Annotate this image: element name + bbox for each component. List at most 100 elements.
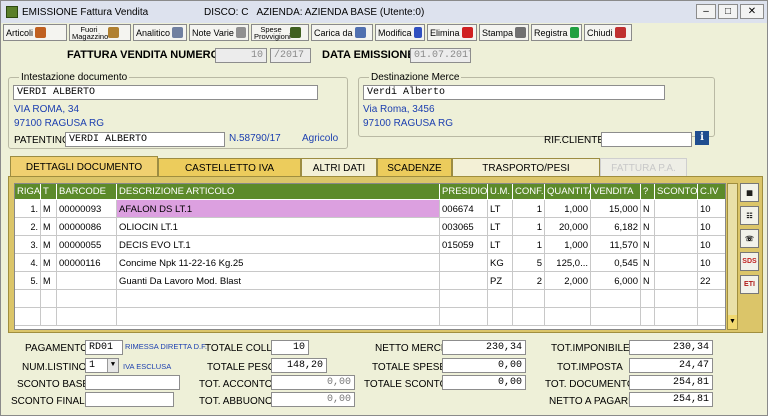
cell-barcode[interactable] [57, 272, 117, 290]
cell-q[interactable]: N [641, 272, 655, 290]
cell-sconto[interactable] [655, 272, 698, 290]
totale-peso-field[interactable]: 148,20 [271, 358, 327, 373]
cell-um[interactable] [488, 290, 513, 308]
invoice-number-field[interactable]: 10 [215, 48, 267, 63]
cell-presidio[interactable] [440, 290, 488, 308]
customer-name-field[interactable]: VERDI ALBERTO [13, 85, 318, 100]
empty-row[interactable] [15, 290, 725, 308]
cell-barcode[interactable]: 00000116 [57, 254, 117, 272]
toolbar-button-articoli[interactable]: Articoli [3, 24, 67, 41]
column-header-um[interactable]: U.M. [488, 184, 513, 199]
cell-presidio[interactable] [440, 272, 488, 290]
tab-scadenze[interactable]: SCADENZE [377, 158, 452, 177]
cell-presidio[interactable] [440, 254, 488, 272]
cell-price[interactable]: 15,000 [591, 200, 641, 218]
cell-presidio[interactable] [440, 308, 488, 326]
column-header-sconto[interactable]: SCONTO [655, 184, 698, 199]
cell-qty[interactable]: 1,000 [545, 200, 591, 218]
imponibile-field[interactable]: 230,34 [629, 340, 713, 355]
calendar-icon[interactable]: ☷ [740, 206, 759, 225]
cell-q[interactable] [641, 290, 655, 308]
date-field[interactable]: 01.07.2017 [410, 48, 471, 63]
cell-presidio[interactable]: 003065 [440, 218, 488, 236]
table-row[interactable]: 2. M 00000086 OLIOCIN LT.1 003065 LT 1 20,000 6,… [15, 218, 725, 236]
tab-dettagli-documento[interactable]: DETTAGLI DOCUMENTO [10, 156, 158, 177]
cell-iva[interactable]: 10 [698, 254, 725, 272]
totale-colli-field[interactable]: 10 [271, 340, 309, 355]
cell-price[interactable] [591, 308, 641, 326]
toolbar-button-analitico[interactable]: Analitico [133, 24, 187, 41]
cell-conf[interactable] [513, 308, 545, 326]
cell-conf[interactable] [513, 290, 545, 308]
column-header-q[interactable]: ? [641, 184, 655, 199]
phone-icon[interactable]: ☏ [740, 229, 759, 248]
toolbar-button-stampa[interactable]: Stampa [479, 24, 529, 41]
cell-riga[interactable]: 4. [15, 254, 41, 272]
cell-iva[interactable]: 10 [698, 218, 725, 236]
sds-icon[interactable]: SDS [740, 252, 759, 271]
cell-conf[interactable]: 1 [513, 218, 545, 236]
imposta-field[interactable]: 24,47 [629, 358, 713, 373]
totale-spese-field[interactable]: 0,00 [442, 358, 526, 373]
cell-t[interactable]: M [41, 218, 57, 236]
toolbar-button-elimina[interactable]: Elimina [427, 24, 477, 41]
cell-sconto[interactable] [655, 254, 698, 272]
cell-t[interactable] [41, 290, 57, 308]
cell-presidio[interactable]: 006674 [440, 200, 488, 218]
cell-t[interactable]: M [41, 200, 57, 218]
cell-iva[interactable]: 10 [698, 200, 725, 218]
column-header-iva[interactable]: C.IV [698, 184, 725, 199]
cell-qty[interactable]: 20,000 [545, 218, 591, 236]
abbuono-field[interactable]: 0,00 [271, 392, 355, 407]
cell-um[interactable]: LT [488, 200, 513, 218]
cell-um[interactable]: PZ [488, 272, 513, 290]
cell-riga[interactable]: 2. [15, 218, 41, 236]
cell-sconto[interactable] [655, 200, 698, 218]
chevron-down-icon[interactable]: ▼ [107, 359, 118, 372]
cell-desc[interactable]: OLIOCIN LT.1 [117, 218, 440, 236]
pagamento-code-field[interactable]: RD01 [85, 340, 123, 355]
cell-q[interactable]: N [641, 236, 655, 254]
cell-riga[interactable] [15, 290, 41, 308]
tab-trasporto-pesi[interactable]: TRASPORTO/PESI [452, 158, 600, 177]
column-header-presidio[interactable]: PRESIDIO [440, 184, 488, 199]
column-header-riga[interactable]: RIGA [15, 184, 41, 199]
netto-pagare-field[interactable]: 254,81 [629, 392, 713, 407]
cell-sconto[interactable] [655, 290, 698, 308]
cell-t[interactable]: M [41, 272, 57, 290]
column-header-qty[interactable]: QUANTITA' [545, 184, 591, 199]
cell-q[interactable]: N [641, 200, 655, 218]
table-row[interactable]: 1. M 00000093 AFALON DS LT.1 006674 LT 1 1,000 1… [15, 200, 725, 218]
listino-select[interactable]: 1 ▼ [85, 358, 119, 373]
column-header-barcode[interactable]: BARCODE [57, 184, 117, 199]
cell-iva[interactable]: 22 [698, 272, 725, 290]
cell-presidio[interactable]: 015059 [440, 236, 488, 254]
info-icon[interactable]: i [695, 131, 709, 145]
cell-price[interactable]: 11,570 [591, 236, 641, 254]
cell-desc[interactable]: AFALON DS LT.1 [117, 200, 440, 218]
destination-name-field[interactable]: Verdi Alberto [363, 85, 665, 100]
cell-iva[interactable] [698, 308, 725, 326]
tab-altri-dati[interactable]: ALTRI DATI [301, 158, 377, 177]
cell-qty[interactable]: 2,000 [545, 272, 591, 290]
cell-sconto[interactable] [655, 218, 698, 236]
cell-barcode[interactable]: 00000055 [57, 236, 117, 254]
cell-desc[interactable]: Guanti Da Lavoro Mod. Blast [117, 272, 440, 290]
cell-qty[interactable] [545, 308, 591, 326]
cell-price[interactable]: 0,545 [591, 254, 641, 272]
cell-conf[interactable]: 5 [513, 254, 545, 272]
minimize-button[interactable]: – [696, 4, 716, 19]
cell-conf[interactable]: 1 [513, 200, 545, 218]
toolbar-button-chiudi[interactable]: Chiudi [584, 24, 632, 41]
cell-iva[interactable]: 10 [698, 236, 725, 254]
toolbar-button-note-varie[interactable]: Note Varie [189, 24, 249, 41]
cell-t[interactable]: M [41, 236, 57, 254]
cell-qty[interactable] [545, 290, 591, 308]
tab-castelletto-iva[interactable]: CASTELLETTO IVA [158, 158, 301, 177]
articles-grid[interactable]: RIGA T BARCODE DESCRIZIONE ARTICOLO PRESIDIO… [14, 183, 726, 330]
toolbar-button-modifica[interactable]: Modifica [375, 24, 425, 41]
cell-desc[interactable]: Concime Npk 11-22-16 Kg.25 [117, 254, 440, 272]
cell-um[interactable]: LT [488, 236, 513, 254]
column-header-conf[interactable]: CONF. [513, 184, 545, 199]
cell-riga[interactable]: 5. [15, 272, 41, 290]
